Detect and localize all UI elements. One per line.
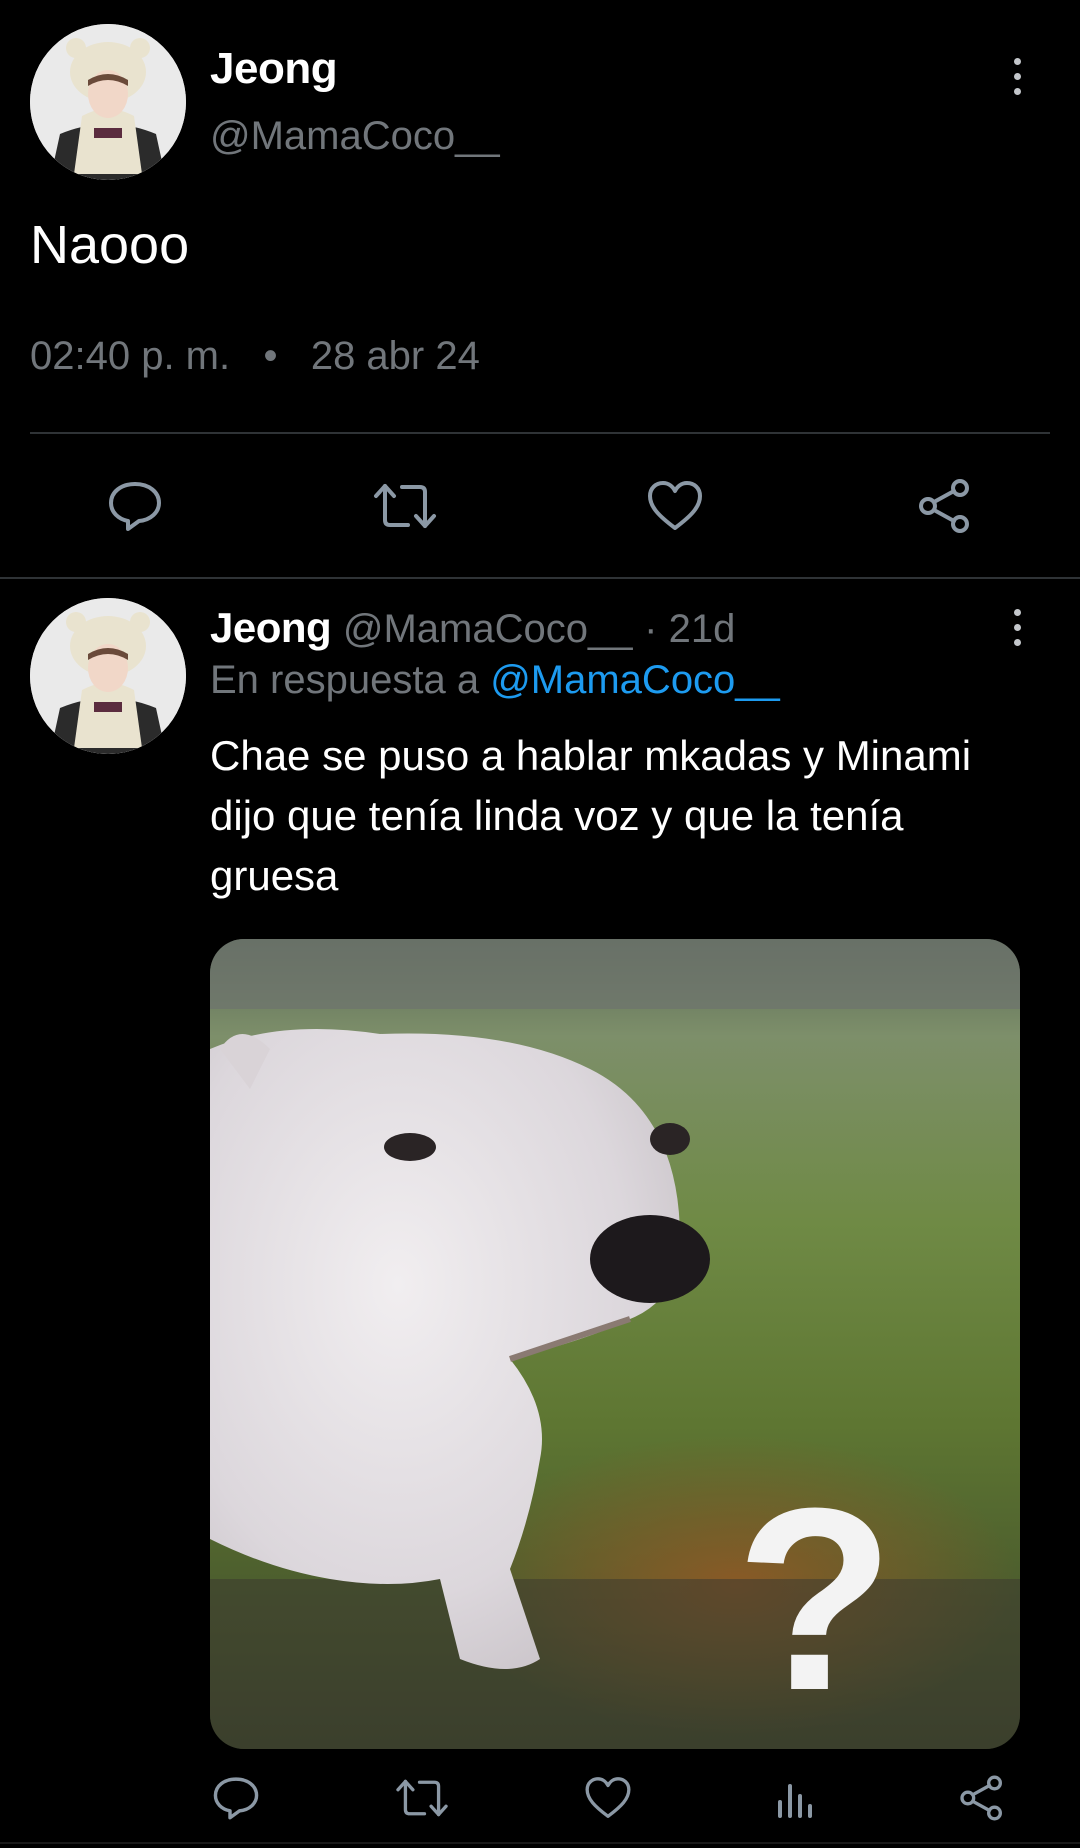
share-icon[interactable]	[910, 474, 980, 538]
share-icon[interactable]	[952, 1768, 1012, 1828]
tweet-media-image[interactable]: ?	[210, 939, 1020, 1749]
author-name[interactable]: Jeong	[210, 604, 332, 651]
divider	[0, 1842, 1080, 1844]
reply-icon[interactable]	[206, 1768, 266, 1828]
reply-header: Jeong @MamaCoco__ · 21d	[210, 604, 735, 652]
avatar-image	[30, 598, 186, 754]
retweet-icon[interactable]	[392, 1768, 452, 1828]
tweet-text: Naooo	[30, 215, 190, 275]
author-name[interactable]: Jeong	[210, 44, 338, 94]
tweet-date: 28 abr 24	[310, 334, 480, 378]
views-icon[interactable]	[766, 1768, 826, 1828]
more-options-icon[interactable]	[997, 46, 1037, 106]
avatar[interactable]	[30, 24, 186, 180]
tweet-time: 02:40 p. m.	[30, 334, 231, 378]
reply-prefix: En respuesta a	[210, 658, 480, 702]
tweet-meta: 02:40 p. m. • 28 abr 24	[30, 334, 480, 379]
avatar[interactable]	[30, 598, 186, 754]
retweet-icon[interactable]	[370, 474, 440, 538]
reply-mention-link[interactable]: @MamaCoco__	[490, 658, 780, 702]
reply-icon[interactable]	[100, 474, 170, 538]
author-handle[interactable]: @MamaCoco__	[210, 114, 500, 159]
action-bar	[0, 1768, 1080, 1828]
dog-photo: ?	[210, 939, 1020, 1749]
divider	[0, 577, 1080, 579]
tweet-age: · 21d	[644, 607, 736, 651]
tweet-text: Chae se puso a hablar mkadas y Minami di…	[210, 732, 972, 899]
author-handle[interactable]: @MamaCoco__	[343, 607, 633, 651]
reply-context: En respuesta a @MamaCoco__	[210, 658, 780, 703]
divider	[30, 432, 1050, 434]
action-bar	[0, 470, 1080, 540]
media-question-mark: ?	[736, 1455, 895, 1745]
meta-separator: •	[263, 334, 278, 378]
avatar-image	[30, 24, 186, 180]
more-options-icon[interactable]	[997, 597, 1037, 657]
like-icon[interactable]	[640, 474, 710, 538]
like-icon[interactable]	[578, 1768, 638, 1828]
